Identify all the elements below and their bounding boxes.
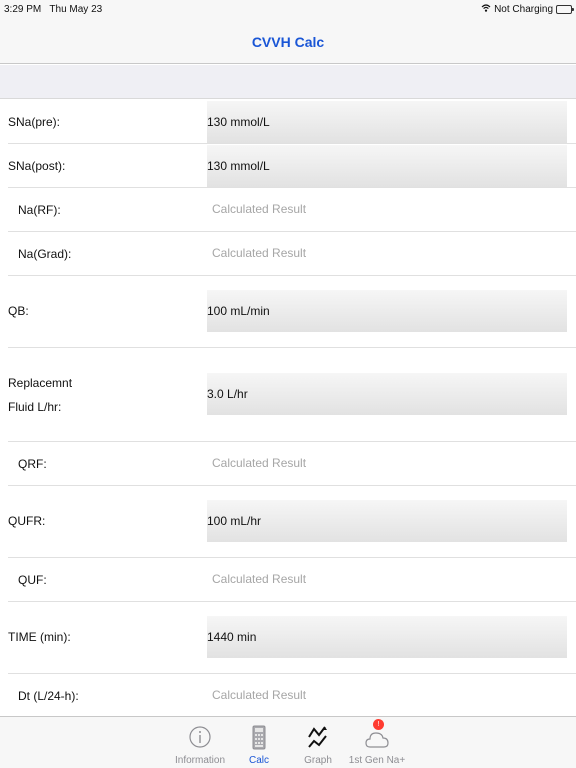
qb-label: QB: [8,304,29,318]
time-label: TIME (min): [8,630,71,644]
sna-post-input[interactable]: 130 mmol/L [207,145,567,187]
row-sna-post: SNa(post): 130 mmol/L [0,144,576,188]
quf-result: Calculated Result [212,572,307,586]
status-bar: 3:29 PM Thu May 23 Not Charging [0,0,576,20]
row-time: TIME (min): 1440 min [0,602,576,674]
tab-1st-gen-na[interactable]: ! 1st Gen Na+ [347,717,407,768]
status-time: 3:29 PM [4,4,42,15]
notification-badge: ! [373,719,384,730]
replacement-fluid-input[interactable]: 3.0 L/hr [207,373,567,415]
tab-1st-gen-na-label: 1st Gen Na+ [348,755,406,766]
qufr-input[interactable]: 100 mL/hr [207,500,567,542]
qrf-label: QRF: [18,457,47,471]
tab-calc[interactable]: Calc [229,717,289,768]
status-date: Thu May 23 [49,4,103,15]
row-replacement-fluid: Replacemnt Fluid L/hr: 3.0 L/hr [0,348,576,442]
tab-calc-label: Calc [248,755,269,766]
row-qb: QB: 100 mL/min [0,276,576,348]
charging-status: Not Charging [494,4,553,15]
page-title: CVVH Calc [251,33,325,50]
row-qrf: QRF: Calculated Result [0,442,576,486]
status-indicators: Not Charging [481,4,574,15]
dt-label: Dt (L/24-h): [18,689,79,703]
na-rf-label: Na(RF): [18,203,61,217]
tab-bar: Information Calc Graph ! 1st Gen Na+ [0,716,576,768]
sna-pre-label: SNa(pre): [8,115,61,129]
na-rf-result: Calculated Result [212,202,307,216]
quf-label: QUF: [18,573,47,587]
qufr-label: QUFR: [8,514,46,528]
na-grad-result: Calculated Result [212,246,307,260]
tab-graph-label: Graph [304,755,332,766]
row-dt: Dt (L/24-h): Calculated Result [0,674,576,716]
navigation-bar: CVVH Calc [0,20,576,64]
time-input[interactable]: 1440 min [207,616,567,658]
row-na-rf: Na(RF): Calculated Result [0,188,576,232]
na-grad-label: Na(Grad): [18,247,72,261]
row-na-grad: Na(Grad): Calculated Result [0,232,576,276]
info-icon [187,723,213,751]
qrf-result: Calculated Result [212,456,307,470]
section-header [0,65,576,99]
row-sna-pre: SNa(pre): 130 mmol/L [0,100,576,144]
qb-input[interactable]: 100 mL/min [207,290,567,332]
battery-icon [556,5,574,14]
status-time-date: 3:29 PM Thu May 23 [4,4,102,15]
tab-information-label: Information [174,755,226,766]
sna-pre-input[interactable]: 130 mmol/L [207,101,567,143]
dt-result: Calculated Result [212,688,307,702]
wifi-icon [481,4,491,15]
graph-icon [305,723,331,751]
tab-information[interactable]: Information [170,717,230,768]
row-quf: QUF: Calculated Result [0,558,576,602]
calculator-icon [246,723,272,751]
replacement-fluid-label-line1: Replacemnt [8,376,73,390]
sna-post-label: SNa(post): [8,159,66,173]
row-qufr: QUFR: 100 mL/hr [0,486,576,558]
tab-graph[interactable]: Graph [288,717,348,768]
replacement-fluid-label-line2: Fluid L/hr: [8,400,62,414]
